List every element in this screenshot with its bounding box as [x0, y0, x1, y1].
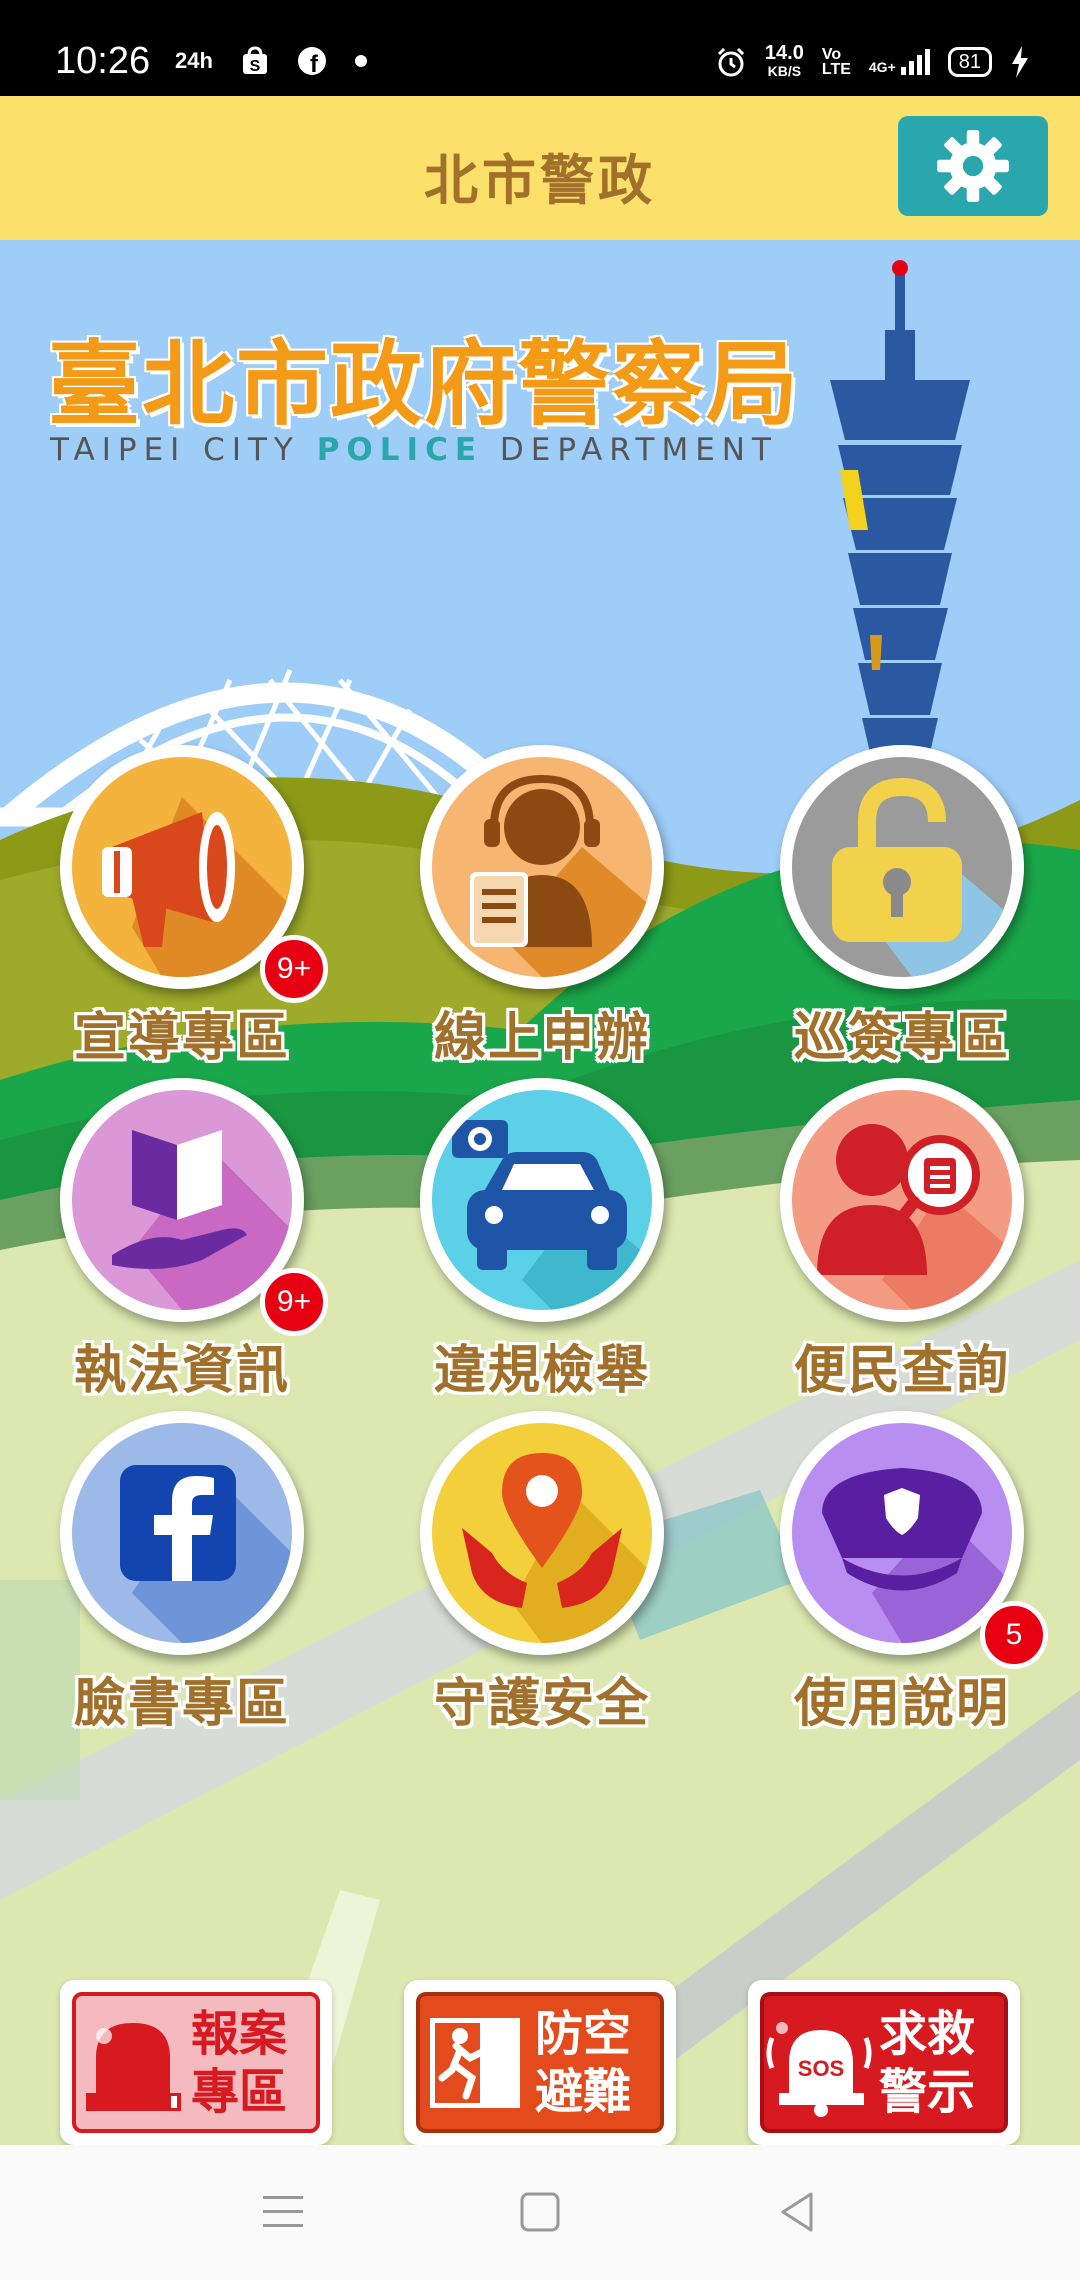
svg-text:f: f — [310, 51, 319, 76]
alarm-icon — [717, 47, 744, 77]
system-nav-bar — [0, 2145, 1080, 2280]
menu-item-online-application[interactable]: 線上申辦 — [372, 745, 672, 1075]
menu-icon — [263, 2196, 303, 2227]
back-icon — [781, 2192, 813, 2232]
menu-circle — [780, 1078, 1024, 1322]
shopee-icon: S — [242, 46, 267, 75]
24h-icon: 24h — [175, 48, 213, 73]
svg-text:S: S — [250, 58, 261, 75]
unlocked-padlock-icon — [832, 777, 1012, 977]
facebook-icon: f — [297, 47, 326, 76]
menu-item-law-enforcement[interactable]: 9+ 執法資訊 — [12, 1078, 328, 1408]
home-button[interactable] — [500, 2177, 580, 2247]
status-time: 10:26 — [55, 40, 151, 82]
recent-apps-button[interactable] — [243, 2177, 323, 2247]
menu-label: 使用說明 — [793, 1674, 1010, 1734]
menu-item-facebook[interactable]: 臉書專區 — [12, 1411, 312, 1741]
menu-item-patrol[interactable]: 巡簽專區 — [732, 745, 1032, 1075]
menu-label: 執法資訊 — [73, 1341, 290, 1401]
charging-icon — [1012, 46, 1028, 78]
status-bar: 10:26 24h S f 14.0 KB/S Vo LTE 4G+ 81 — [0, 0, 1080, 96]
emergency-row: 報案 專區 防空 避難 SOS 求救 警示 — [0, 1980, 1080, 2145]
customer-service-icon — [470, 774, 652, 977]
menu-item-user-guide[interactable]: 5 使用說明 — [732, 1411, 1048, 1741]
menu-item-violation-report[interactable]: 違規檢舉 — [372, 1078, 672, 1408]
menu-circle — [60, 1411, 304, 1655]
menu-item-safety[interactable]: 守護安全 — [372, 1411, 672, 1741]
menu-label: 線上申辦 — [433, 1008, 650, 1068]
running-exit-icon — [430, 2017, 520, 2108]
book-in-hand-icon — [112, 1130, 292, 1310]
app-header: 北市警政 — [0, 96, 1080, 240]
location-hands-icon — [462, 1453, 652, 1643]
net-speed: 14.0 KB/S — [764, 42, 804, 79]
menu-label: 守護安全 — [433, 1674, 650, 1734]
menu-label: 宣導專區 — [73, 1008, 290, 1068]
banner-title-en: TAIPEI CITY POLICE DEPARTMENT — [50, 432, 778, 468]
menu-label: 違規檢舉 — [433, 1341, 650, 1401]
settings-button[interactable] — [898, 116, 1048, 216]
menu-circle — [420, 745, 664, 989]
gear-icon — [937, 130, 1009, 202]
volte-icon: Vo LTE — [821, 46, 851, 78]
menu-item-promotion[interactable]: 9+ 宣導專區 — [12, 745, 328, 1075]
siren-icon — [86, 2022, 181, 2111]
notification-icons: 24h S f — [175, 46, 367, 76]
menu-label: 臉書專區 — [73, 1674, 290, 1734]
notification-badge: 9+ — [260, 1268, 328, 1336]
megaphone-icon — [102, 797, 292, 977]
menu-circle — [420, 1078, 664, 1322]
police-cap-icon — [822, 1468, 1012, 1643]
sos-alert-button[interactable]: SOS 求救 警示 — [748, 1980, 1020, 2145]
menu-label: 便民查詢 — [793, 1341, 1010, 1401]
menu-item-public-query[interactable]: 便民查詢 — [732, 1078, 1032, 1408]
car-camera-icon — [452, 1120, 652, 1310]
report-case-button[interactable]: 報案 專區 — [60, 1980, 332, 2145]
menu-circle — [420, 1411, 664, 1655]
menu-label: 巡簽專區 — [793, 1008, 1010, 1068]
menu-circle — [780, 745, 1024, 989]
facebook-icon — [120, 1465, 292, 1643]
air-raid-shelter-button[interactable]: 防空 避難 — [404, 1980, 676, 2145]
status-right: 14.0 KB/S Vo LTE 4G+ 81 — [715, 42, 1030, 80]
battery-indicator: 81 — [947, 47, 992, 77]
signal-icon: 4G+ — [869, 49, 930, 75]
back-button[interactable] — [757, 2177, 837, 2247]
banner-title-zh: 臺北市政府警察局 — [48, 331, 801, 438]
notification-badge: 5 — [980, 1601, 1048, 1669]
svg-text:SOS: SOS — [798, 2056, 844, 2081]
dot-icon — [354, 55, 367, 67]
person-search-icon — [817, 1124, 1012, 1310]
home-icon — [520, 2192, 560, 2232]
notification-badge: 9+ — [260, 935, 328, 1003]
sos-bell-icon: SOS — [766, 2021, 872, 2117]
